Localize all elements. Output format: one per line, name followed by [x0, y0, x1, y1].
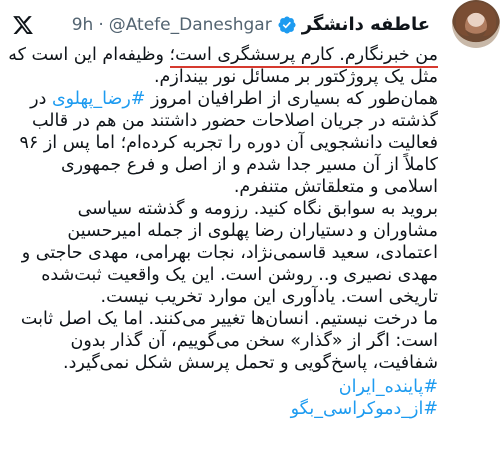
author-handle[interactable]: @Atefe_Daneshgar [109, 15, 272, 35]
paragraph-1: من خبرنگارم. کارم پرسشگری است؛ وظیفه‌ام … [8, 44, 438, 88]
avatar-hair-shape [456, 2, 496, 36]
author-avatar[interactable] [452, 0, 500, 48]
x-logo-icon[interactable] [10, 12, 36, 38]
hashtag-link[interactable]: #از_دموکراسی_بگو [8, 398, 438, 420]
author-display-name[interactable]: عاطفه دانشگر [302, 14, 430, 35]
separator-dot: · [98, 14, 104, 35]
underlined-phrase: من خبرنگارم. کارم پرسشگری است؛ [169, 45, 438, 68]
paragraph-2-start: همان‌طور که بسیاری از اطرافیان امروز [145, 89, 438, 109]
paragraph-3: بروید به سوابق نگاه کنید. رزومه و گذشته … [21, 199, 438, 307]
hashtag-link-reza-pahlavi[interactable]: #رضا_پهلوی [52, 89, 146, 109]
verified-badge-icon [277, 15, 297, 35]
hashtag-list: #پاینده_ایران #از_دموکراسی_بگو [8, 376, 438, 420]
hashtag-link[interactable]: #پاینده_ایران [8, 376, 438, 398]
author-line: عاطفه دانشگر @Atefe_Daneshgar · 9h [72, 14, 430, 35]
post-time[interactable]: 9h [72, 15, 94, 35]
tweet-text: من خبرنگارم. کارم پرسشگری است؛ وظیفه‌ام … [8, 44, 438, 420]
tweet-header: عاطفه دانشگر @Atefe_Daneshgar · 9h [10, 8, 488, 44]
paragraph-2: همان‌طور که بسیاری از اطرافیان امروز #رض… [8, 88, 438, 198]
tweet-card: عاطفه دانشگر @Atefe_Daneshgar · 9h من خب… [0, 0, 500, 466]
paragraph-4: ما درخت نیستیم. انسان‌ها تغییر می‌کنند. … [20, 309, 438, 373]
